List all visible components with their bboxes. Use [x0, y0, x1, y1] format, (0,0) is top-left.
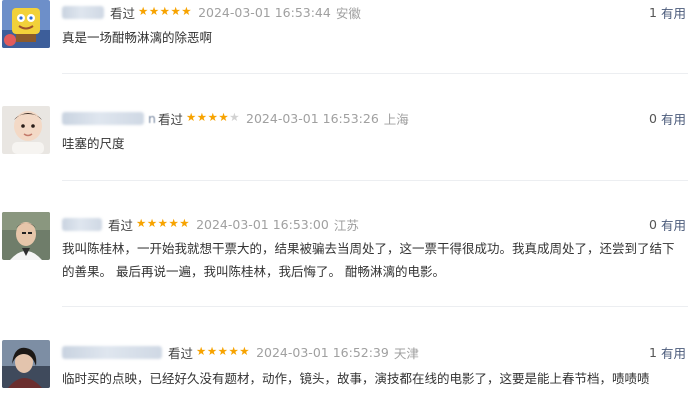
comment-text: 真是一场酣畅淋漓的除恶啊	[62, 30, 213, 45]
comment-location: 江苏	[333, 217, 359, 233]
star-icon: ★	[218, 110, 229, 125]
avatar[interactable]	[2, 106, 50, 154]
star-icon: ★	[170, 4, 181, 19]
star-icon: ★	[185, 110, 197, 125]
avatar[interactable]	[2, 212, 50, 260]
username-redacted[interactable]	[62, 217, 102, 231]
useful-vote[interactable]: 0 有用	[649, 214, 686, 234]
rating-stars: ★ ★ ★ ★ ★	[136, 218, 190, 230]
star-icon: ★	[136, 216, 147, 231]
watched-label: 看过	[108, 217, 134, 233]
star-icon: ★	[181, 4, 192, 19]
useful-vote[interactable]: 1 有用	[649, 2, 686, 22]
star-icon: ★	[196, 110, 208, 125]
comment-meta: 看过 ★ ★ ★ ★ ★ 2024-03-01 16:53:44 安徽	[62, 2, 361, 22]
rating-stars: ★ ★ ★ ★ ★	[138, 6, 192, 18]
star-icon: ★	[207, 110, 218, 125]
avatar[interactable]	[2, 340, 50, 388]
comment-text: 哇塞的尺度	[62, 136, 125, 151]
watched-label: 看过	[168, 345, 194, 361]
rating-stars: ★ ★ ★ ★ ★	[186, 112, 240, 124]
comment-location: 上海	[383, 111, 409, 127]
divider	[62, 180, 688, 181]
avatar[interactable]	[2, 0, 50, 48]
watched-label: 看过	[110, 5, 136, 21]
star-icon: ★	[168, 216, 179, 231]
rating-stars: ★ ★ ★ ★ ★	[196, 346, 250, 358]
comment-location: 安徽	[335, 5, 361, 21]
star-icon: ★	[138, 4, 149, 19]
useful-button[interactable]: 有用	[661, 3, 686, 22]
comment-time: 2024-03-01 16:53:44	[198, 4, 331, 20]
useful-button[interactable]: 有用	[661, 343, 686, 362]
username-redacted[interactable]	[62, 5, 104, 19]
username-redacted[interactable]	[62, 111, 144, 125]
comment-time: 2024-03-01 16:53:26	[246, 110, 379, 126]
divider	[62, 73, 688, 74]
comment-meta: 看过 ★ ★ ★ ★ ★ 2024-03-01 16:52:39 天津	[62, 342, 419, 362]
useful-vote[interactable]: 0 有用	[649, 108, 686, 128]
comment-text: 我叫陈桂林，一开始我就想干票大的，结果被骗去当周处了，这一票干得很成功。我真成周…	[62, 241, 675, 279]
useful-count: 0	[649, 110, 657, 126]
watched-label: 看过	[157, 111, 183, 127]
star-icon: ★	[228, 344, 239, 359]
useful-button[interactable]: 有用	[661, 215, 686, 234]
star-icon: ★	[157, 216, 168, 231]
comment-time: 2024-03-01 16:52:39	[256, 344, 389, 360]
star-icon: ★	[148, 4, 160, 19]
useful-button[interactable]: 有用	[661, 109, 686, 128]
username-redacted[interactable]	[62, 345, 162, 359]
comment-text: 临时买的点映，已经好久没有题材，动作，镜头，故事，演技都在线的电影了，这要是能上…	[62, 371, 650, 386]
divider	[62, 306, 688, 307]
comment-meta: n 看过 ★ ★ ★ ★ ★ 2024-03-01 16:53:26 上海	[62, 108, 409, 128]
useful-count: 1	[649, 4, 657, 20]
username-tail[interactable]: n	[148, 111, 156, 126]
useful-count: 0	[649, 216, 657, 232]
useful-count: 1	[649, 344, 657, 360]
comment-time: 2024-03-01 16:53:00	[196, 216, 329, 232]
star-icon: ★	[179, 216, 190, 231]
star-icon: ★	[217, 344, 228, 359]
star-icon: ★	[239, 344, 250, 359]
comment-meta: 看过 ★ ★ ★ ★ ★ 2024-03-01 16:53:00 江苏	[62, 214, 359, 234]
star-icon: ★	[159, 4, 170, 19]
useful-vote[interactable]: 1 有用	[649, 342, 686, 362]
star-icon: ★	[206, 344, 218, 359]
star-icon: ★	[229, 110, 240, 125]
star-icon: ★	[196, 344, 207, 359]
comment-location: 天津	[393, 345, 419, 361]
star-icon: ★	[146, 216, 158, 231]
